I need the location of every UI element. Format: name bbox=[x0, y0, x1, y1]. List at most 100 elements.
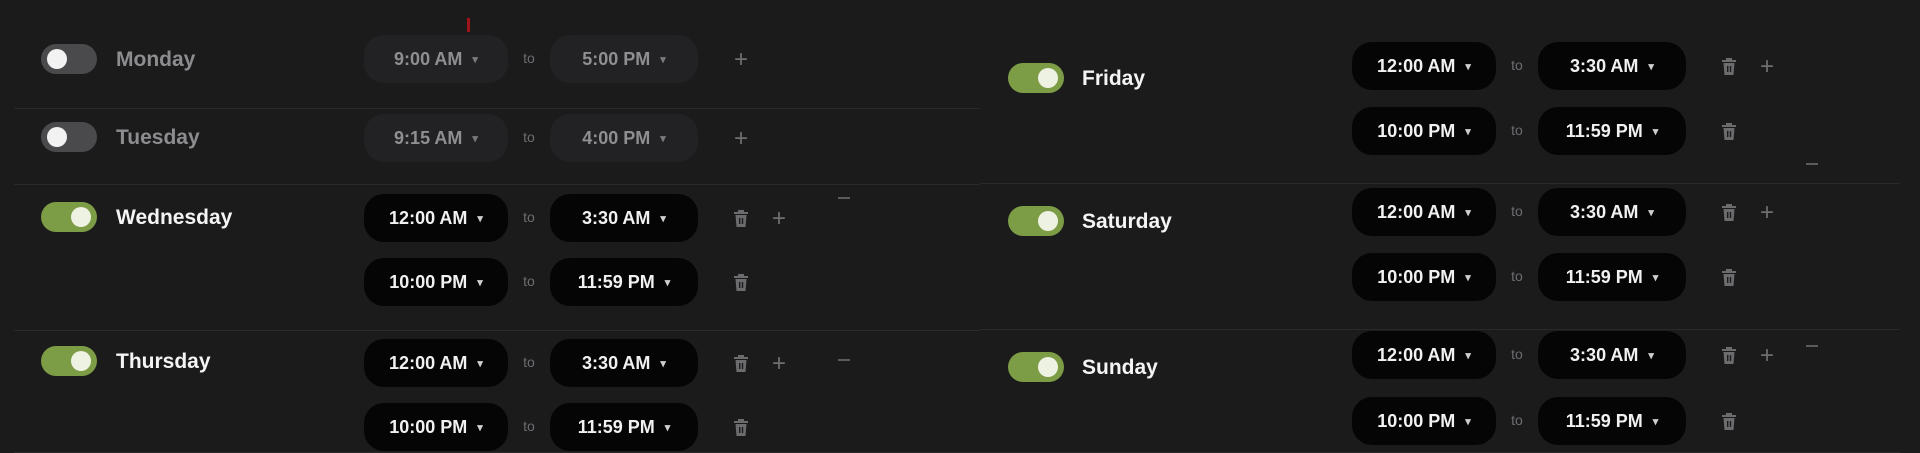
plus-icon[interactable]: + bbox=[1756, 201, 1778, 225]
day-row-thursday: Thursday 12:00 AM ▾ 3:30 AM ▾ to +10:00 PM ▾ 11:… bbox=[14, 330, 980, 453]
end-time-select[interactable]: 11:59 PM ▾ bbox=[1538, 107, 1686, 155]
chevron-down-icon: ▾ bbox=[1648, 206, 1654, 219]
start-time-select[interactable]: 12:00 AM ▾ bbox=[364, 339, 508, 387]
end-time-value: 3:30 AM bbox=[1570, 344, 1639, 365]
trash-icon[interactable] bbox=[730, 208, 752, 230]
end-time-select[interactable]: 4:00 PM ▾ bbox=[550, 114, 698, 162]
end-time-value: 3:30 AM bbox=[1570, 55, 1639, 76]
chevron-down-icon: ▾ bbox=[1465, 60, 1471, 73]
start-time-value: 12:00 AM bbox=[389, 207, 468, 228]
chevron-down-icon: ▾ bbox=[1648, 60, 1654, 73]
chevron-down-icon: ▾ bbox=[1652, 125, 1659, 138]
toggle-sunday[interactable] bbox=[1008, 352, 1064, 382]
start-time-select[interactable]: 12:00 AM ▾ bbox=[1352, 188, 1496, 236]
start-time-select[interactable]: 12:00 AM ▾ bbox=[1352, 331, 1496, 379]
day-label: Saturday bbox=[1082, 210, 1172, 233]
to-separator: to bbox=[1511, 412, 1523, 428]
start-time-select[interactable]: 10:00 PM ▾ bbox=[1352, 107, 1496, 155]
trash-icon[interactable] bbox=[1718, 121, 1740, 143]
day-label: Friday bbox=[1082, 67, 1146, 90]
chevron-down-icon: ▾ bbox=[477, 212, 483, 225]
end-time-value: 3:30 AM bbox=[582, 207, 651, 228]
start-time-select[interactable]: 12:00 AM ▾ bbox=[364, 194, 508, 242]
toggle-knob bbox=[47, 127, 67, 147]
trash-icon[interactable] bbox=[1718, 345, 1740, 367]
plus-icon[interactable]: + bbox=[768, 207, 790, 231]
chevron-down-icon: ▾ bbox=[1465, 349, 1471, 362]
day-label: Thursday bbox=[116, 350, 211, 373]
to-separator: to bbox=[523, 418, 535, 434]
start-time-value: 10:00 PM bbox=[389, 271, 468, 292]
chevron-down-icon: ▾ bbox=[1648, 349, 1654, 362]
minus-mark bbox=[838, 197, 850, 199]
chevron-down-icon: ▾ bbox=[1652, 415, 1659, 428]
toggle-friday[interactable] bbox=[1008, 63, 1064, 93]
toggle-saturday[interactable] bbox=[1008, 206, 1064, 236]
time-slot: 12:00 AM ▾ 3:30 AM ▾ to + bbox=[364, 194, 804, 244]
end-time-select[interactable]: 11:59 PM ▾ bbox=[1538, 253, 1686, 301]
end-time-select[interactable]: 3:30 AM ▾ bbox=[550, 339, 698, 387]
end-time-select[interactable]: 3:30 AM ▾ bbox=[1538, 331, 1686, 379]
toggle-monday[interactable] bbox=[41, 44, 97, 74]
start-time-select[interactable]: 9:00 AM ▾ bbox=[364, 35, 508, 83]
to-separator: to bbox=[523, 129, 535, 145]
day-label: Tuesday bbox=[116, 126, 200, 149]
trash-icon[interactable] bbox=[730, 353, 752, 375]
end-time-select[interactable]: 11:59 PM ▾ bbox=[1538, 397, 1686, 445]
end-time-select[interactable]: 3:30 AM ▾ bbox=[550, 194, 698, 242]
plus-icon[interactable]: + bbox=[1756, 55, 1778, 79]
chevron-down-icon: ▾ bbox=[472, 53, 478, 66]
plus-icon[interactable]: + bbox=[1756, 344, 1778, 368]
start-time-value: 10:00 PM bbox=[1377, 266, 1456, 287]
start-time-select[interactable]: 9:15 AM ▾ bbox=[364, 114, 508, 162]
start-time-select[interactable]: 12:00 AM ▾ bbox=[1352, 42, 1496, 90]
start-time-value: 12:00 AM bbox=[1377, 344, 1456, 365]
trash-icon[interactable] bbox=[1718, 202, 1740, 224]
time-slot: 12:00 AM ▾ 3:30 AM ▾ to + bbox=[364, 339, 804, 389]
day-row-monday: Monday 9:00 AM ▾ 5:00 PM ▾ to + bbox=[14, 30, 980, 109]
time-slot: 10:00 PM ▾ 11:59 PM ▾ to bbox=[364, 258, 804, 308]
plus-icon[interactable]: + bbox=[730, 127, 752, 151]
end-time-select[interactable]: 3:30 AM ▾ bbox=[1538, 188, 1686, 236]
trash-icon[interactable] bbox=[1718, 267, 1740, 289]
trash-icon[interactable] bbox=[730, 417, 752, 439]
to-separator: to bbox=[523, 209, 535, 225]
day-row-wednesday: Wednesday 12:00 AM ▾ 3:30 AM ▾ to +10:00 PM ▾ 11… bbox=[14, 184, 980, 331]
time-slot: 10:00 PM ▾ 11:59 PM ▾ to bbox=[1352, 397, 1792, 447]
end-time-value: 4:00 PM bbox=[582, 127, 651, 148]
toggle-tuesday[interactable] bbox=[41, 122, 97, 152]
to-separator: to bbox=[1511, 268, 1523, 284]
time-slot: 10:00 PM ▾ 11:59 PM ▾ to bbox=[1352, 107, 1792, 157]
start-time-select[interactable]: 10:00 PM ▾ bbox=[364, 403, 508, 451]
trash-icon[interactable] bbox=[730, 272, 752, 294]
trash-icon[interactable] bbox=[1718, 56, 1740, 78]
to-separator: to bbox=[1511, 122, 1523, 138]
start-time-value: 12:00 AM bbox=[389, 352, 468, 373]
trash-icon[interactable] bbox=[1718, 411, 1740, 433]
toggle-knob bbox=[1038, 68, 1058, 88]
start-time-select[interactable]: 10:00 PM ▾ bbox=[1352, 397, 1496, 445]
day-row-sunday: Sunday 12:00 AM ▾ 3:30 AM ▾ to +10:00 PM ▾ 11:59… bbox=[980, 329, 1900, 453]
time-slot: 12:00 AM ▾ 3:30 AM ▾ to + bbox=[1352, 188, 1792, 238]
chevron-down-icon: ▾ bbox=[660, 132, 666, 145]
chevron-down-icon: ▾ bbox=[477, 421, 483, 434]
end-time-select[interactable]: 3:30 AM ▾ bbox=[1538, 42, 1686, 90]
chevron-down-icon: ▾ bbox=[1465, 415, 1471, 428]
chevron-down-icon: ▾ bbox=[477, 357, 483, 370]
end-time-select[interactable]: 11:59 PM ▾ bbox=[550, 258, 698, 306]
day-row-tuesday: Tuesday 9:15 AM ▾ 4:00 PM ▾ to + bbox=[14, 108, 980, 185]
end-time-value: 11:59 PM bbox=[1565, 410, 1643, 431]
end-time-select[interactable]: 5:00 PM ▾ bbox=[550, 35, 698, 83]
toggle-wednesday[interactable] bbox=[41, 202, 97, 232]
minus-mark bbox=[1806, 163, 1818, 165]
plus-icon[interactable]: + bbox=[730, 48, 752, 72]
start-time-select[interactable]: 10:00 PM ▾ bbox=[1352, 253, 1496, 301]
time-slot: 9:00 AM ▾ 5:00 PM ▾ to + bbox=[364, 35, 804, 85]
plus-icon[interactable]: + bbox=[768, 352, 790, 376]
to-separator: to bbox=[1511, 346, 1523, 362]
end-time-select[interactable]: 11:59 PM ▾ bbox=[550, 403, 698, 451]
chevron-down-icon: ▾ bbox=[1465, 206, 1471, 219]
chevron-down-icon: ▾ bbox=[472, 132, 478, 145]
toggle-thursday[interactable] bbox=[41, 346, 97, 376]
start-time-select[interactable]: 10:00 PM ▾ bbox=[364, 258, 508, 306]
